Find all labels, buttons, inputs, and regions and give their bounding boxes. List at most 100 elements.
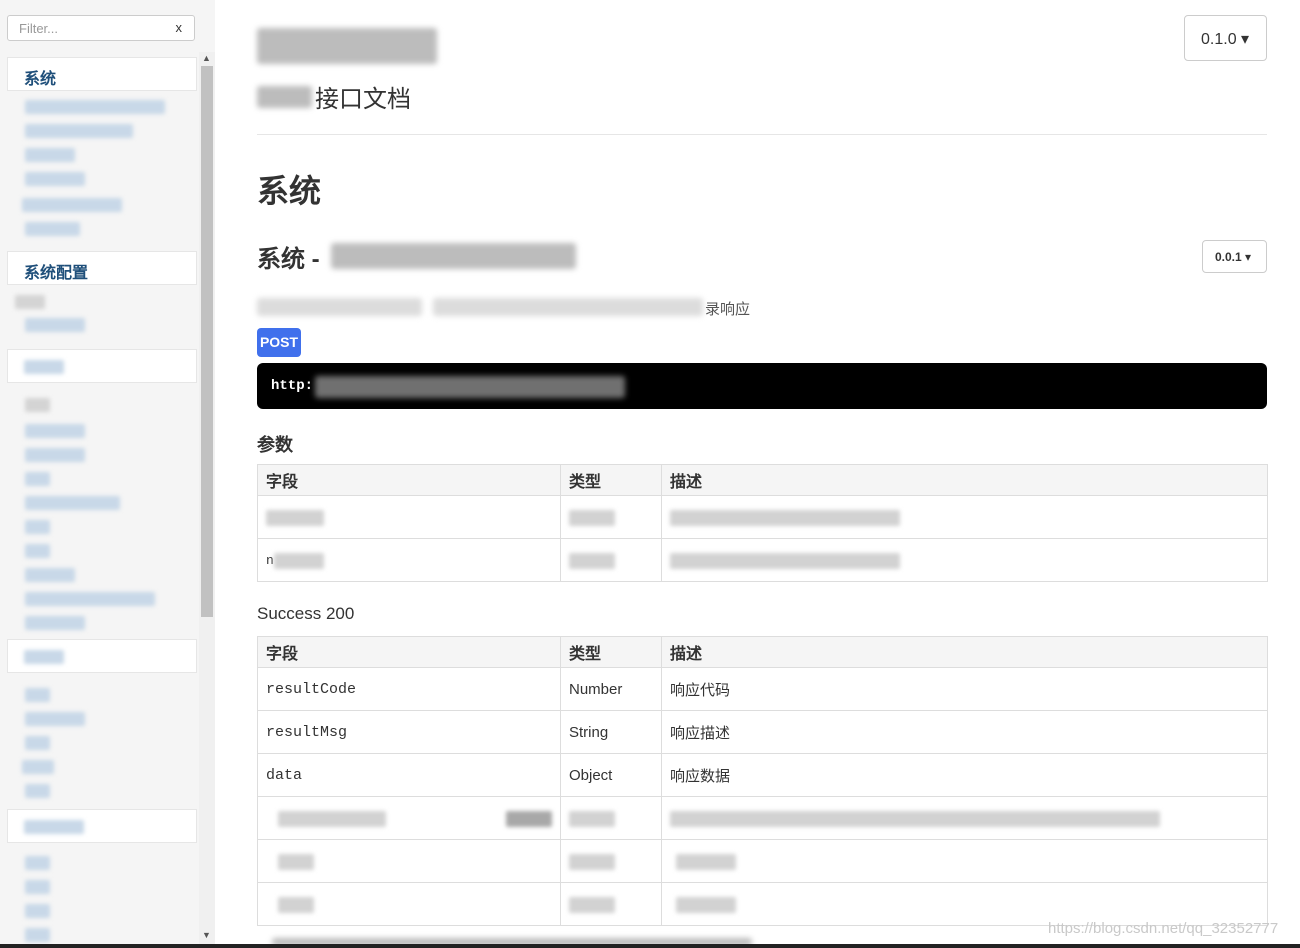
nav-group-system[interactable]: 系统 [7, 57, 197, 91]
nav-group-system-config[interactable]: 系统配置 [7, 251, 197, 285]
version-dropdown[interactable]: 0.1.0 ▾ [1184, 15, 1267, 61]
field-cell: resultMsg [257, 710, 561, 754]
filter-clear-button[interactable]: x [176, 20, 183, 35]
project-name-redacted [257, 86, 312, 108]
params-heading: 参数 [257, 435, 293, 455]
redacted-text [569, 896, 615, 913]
desc-cell [661, 538, 1268, 582]
table-row: n [257, 538, 1268, 582]
sidebar-nav: x 系统 系统配置 ▲ ▼ [0, 0, 215, 948]
nav-item[interactable] [25, 856, 50, 870]
nav-group-label [24, 360, 64, 374]
caret-down-icon: ▾ [1241, 31, 1250, 48]
nav-group[interactable] [7, 639, 197, 673]
nav-item[interactable] [25, 736, 50, 750]
column-header: 描述 [661, 464, 1268, 496]
api-title-redacted [331, 243, 576, 269]
scrollbar-thumb[interactable] [201, 66, 213, 617]
nav-item[interactable] [25, 928, 50, 942]
url-redacted [315, 376, 625, 398]
redacted-text [670, 810, 1160, 827]
table-row: data Object 响应数据 [257, 753, 1268, 797]
nav-item[interactable] [25, 712, 85, 726]
version-label: 0.1.0 [1201, 31, 1237, 48]
desc-cell [661, 495, 1268, 539]
nav-item[interactable] [25, 784, 50, 798]
api-description: 录响应 [705, 301, 751, 318]
nav-item[interactable] [25, 424, 85, 438]
nav-item[interactable] [25, 496, 120, 510]
nav-item[interactable] [25, 520, 50, 534]
redacted-text [676, 853, 736, 870]
scroll-up-icon[interactable]: ▲ [202, 53, 211, 63]
nav-group[interactable] [7, 349, 197, 383]
nav-item[interactable] [25, 148, 75, 162]
success-table: 字段 类型 描述 resultCode Number 响应代码 resultMs… [257, 636, 1268, 926]
redacted-text [278, 853, 314, 870]
sidebar-scrollbar[interactable]: ▲ ▼ [199, 52, 215, 944]
redacted-text [278, 810, 386, 827]
nav-item[interactable] [25, 880, 50, 894]
doc-subtitle: 接口文档 [315, 86, 411, 113]
type-cell: String [560, 710, 662, 754]
nav-item[interactable] [25, 688, 50, 702]
column-header: 类型 [560, 464, 662, 496]
nav-item[interactable] [25, 904, 50, 918]
redacted-text [569, 509, 615, 526]
column-header: 字段 [257, 636, 561, 668]
nav-item[interactable] [15, 295, 45, 309]
nav-item[interactable] [25, 222, 80, 236]
description-redacted [433, 298, 703, 316]
field-cell: resultCode [257, 667, 561, 711]
redacted-text [273, 552, 324, 569]
nav-group[interactable] [7, 809, 197, 843]
desc-cell [661, 796, 1268, 840]
type-cell [560, 796, 662, 840]
redacted-text [569, 810, 615, 827]
desc-cell: 响应代码 [661, 667, 1268, 711]
field-cell [257, 882, 561, 926]
nav-item[interactable] [25, 172, 85, 186]
type-cell [560, 839, 662, 883]
scroll-down-icon[interactable]: ▼ [202, 930, 211, 940]
project-title-redacted [257, 28, 437, 64]
nav-item[interactable] [22, 760, 54, 774]
redacted-text [569, 853, 615, 870]
redacted-text [670, 552, 900, 569]
nav-item[interactable] [25, 568, 75, 582]
endpoint-url-box: http: [257, 363, 1267, 409]
nav-item[interactable] [25, 448, 85, 462]
type-cell [560, 538, 662, 582]
nav-item[interactable] [25, 592, 155, 606]
section-title: 系统 [257, 173, 322, 209]
nav-item[interactable] [25, 398, 50, 412]
redacted-text [266, 509, 324, 526]
nav-item[interactable] [25, 100, 165, 114]
nav-item[interactable] [25, 318, 85, 332]
nav-item[interactable] [25, 472, 50, 486]
table-header-row: 字段 类型 描述 [257, 636, 1268, 668]
redacted-text [670, 509, 900, 526]
nav-item[interactable] [22, 198, 122, 212]
api-version-dropdown[interactable]: 0.0.1 ▾ [1202, 240, 1267, 273]
field-cell [257, 839, 561, 883]
nav-item[interactable] [25, 544, 50, 558]
params-table: 字段 类型 描述 n [257, 464, 1268, 582]
table-row [257, 495, 1268, 539]
desc-cell: 响应数据 [661, 753, 1268, 797]
table-row: resultCode Number 响应代码 [257, 667, 1268, 711]
table-row [257, 839, 1268, 883]
success-heading: Success 200 [257, 604, 355, 623]
caret-down-icon: ▾ [1245, 250, 1252, 264]
type-cell: Number [560, 667, 662, 711]
api-title: 系统 - [257, 246, 320, 273]
nav-item[interactable] [25, 124, 133, 138]
api-version-label: 0.0.1 [1215, 250, 1242, 264]
nav-group-label: 系统 [24, 71, 57, 88]
filter-input[interactable] [8, 16, 158, 40]
nav-item[interactable] [25, 616, 85, 630]
field-cell: data [257, 753, 561, 797]
watermark: https://blog.csdn.net/qq_32352777 [1048, 920, 1279, 937]
desc-cell: 响应描述 [661, 710, 1268, 754]
nav-group-label [24, 650, 64, 664]
